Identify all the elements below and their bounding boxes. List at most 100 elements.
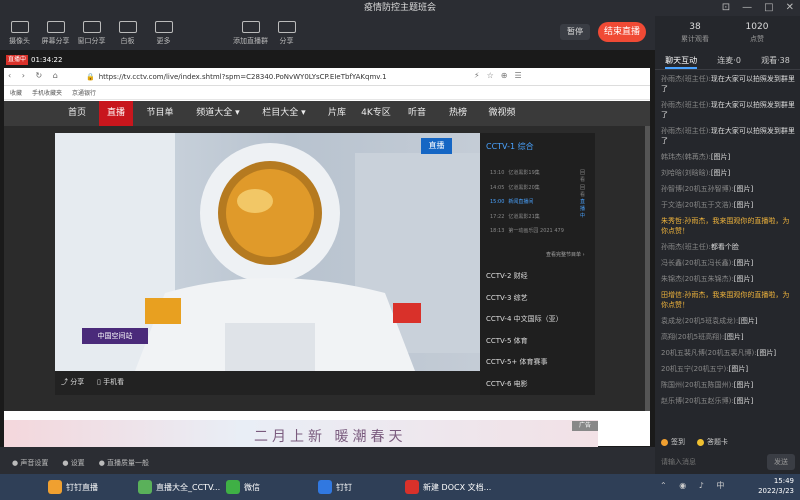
likes-stat: 1020 点赞 [727,22,787,44]
close-icon[interactable]: ✕ [786,0,794,16]
camera-icon [10,21,29,33]
bookmark-item[interactable]: 手机收藏夹 [32,88,62,97]
channel-title[interactable]: CCTV-1 综合 [486,141,534,152]
toolbar-label: 摄像头 [9,37,30,45]
clock-time: 15:49 [773,477,794,485]
system-clock[interactable]: 15:49 2022/3/23 [758,476,794,496]
taskbar-app-1[interactable]: 直播大全_CCTV... [138,477,220,497]
browser-tools-icon[interactable]: ⚡☆⊕☰ [474,71,529,80]
answer-card-label: 答题卡 [707,438,728,446]
likes-count: 1020 [745,22,769,32]
ad-banner[interactable]: 二月上新 暖潮春天 [4,420,598,447]
bookmark-item[interactable]: 收藏 [10,88,22,97]
panel-tab-0[interactable]: 聊天互动 [665,52,698,69]
chat-message: 田增信:孙雨杰，我来围观你的直播啦，为你点赞！ [655,290,800,310]
chat-text: [图片] [733,397,754,405]
clock-date: 2022/3/23 [758,487,794,495]
lock-icon: 🔒 [86,73,95,81]
site-nav-item-7[interactable]: 听音 [400,101,434,126]
views-count: 38 [689,22,701,32]
panel-tab-2[interactable]: 观看·38 [761,52,790,69]
program-row[interactable]: 17:22 亿道黑影21集 [490,213,540,220]
program-row[interactable]: 15:00 新闻直播间 直播中 [490,198,585,219]
toolbar-button-4[interactable]: 更多 [147,16,180,46]
share-video-button[interactable]: ⤴ 分享 [61,377,84,387]
tray-icons[interactable]: ⌃ ◉ ♪ 中 [660,480,729,491]
taskbar-app-4[interactable]: 新建 DOCX 文档... [405,477,491,497]
program-time: 13:10 [490,170,505,176]
channel-item[interactable]: CCTV-2 财经 [486,271,528,281]
video-controls: ⤴ 分享 ▯ 手机看 [55,371,480,395]
signin-button[interactable]: 签到 [661,437,685,447]
chat-user: 田增信: [661,291,685,299]
mobile-view-label: 手机看 [103,378,125,386]
program-time: 14:05 [490,184,505,191]
chat-list[interactable]: 孙雨杰(班主任):现在大家可以拍照发到群里了 孙雨杰(班主任):现在大家可以拍照发… [655,74,800,434]
bottom-item-2[interactable]: ● 直播质量一般 [99,458,149,468]
taskbar-app-0[interactable]: 钉钉直播 [48,477,98,497]
site-nav-item-8[interactable]: 热榜 [440,101,476,126]
taskbar-app-3[interactable]: 钉钉 [318,477,352,497]
channel-item[interactable]: CCTV-6 电影 [486,379,528,389]
channel-item[interactable]: CCTV-5+ 体育赛事 [486,357,548,367]
panel-tab-1[interactable]: 连麦·0 [717,52,741,69]
app-label: 钉钉直播 [66,482,98,492]
pause-button[interactable]: 暂停 [560,24,590,40]
site-nav-item-6[interactable]: 4K专区 [356,101,396,126]
site-nav-item-4[interactable]: 栏目大全 ▾ [252,101,316,126]
toolbar-button-3[interactable]: 白板 [111,16,144,46]
mobile-view-button[interactable]: ▯ 手机看 [97,377,124,387]
toolbar-button-5[interactable]: 添加直播群 [233,16,268,46]
toolbar: 摄像头 屏幕分享 窗口分享 白板 更多 添加直播群 分享 [0,16,655,50]
toolbar-button-2[interactable]: 窗口分享 [75,16,108,46]
chat-text: [图片] [724,333,744,341]
channel-item[interactable]: CCTV-3 综艺 [486,293,528,303]
program-row[interactable]: 18:13 第一动画乐园 2021 479 [490,227,564,234]
chat-text: [图片] [733,275,754,283]
toolbar-button-6[interactable]: 分享 [270,16,303,46]
pin-icon[interactable]: ⊡ [722,0,730,16]
minimize-icon[interactable]: — [742,0,752,16]
site-nav-item-1[interactable]: 直播 [99,101,133,126]
bookmark-item[interactable]: 京通银行 [72,88,96,97]
add-group-icon [241,21,260,33]
window-share-icon [82,21,101,33]
site-nav-item-0[interactable]: 首页 [59,101,95,126]
taskbar-app-2[interactable]: 微信 [226,477,260,497]
site-nav: 首页 直播 节目单 频道大全 ▾ 栏目大全 ▾ 片库 4K专区 听音 热榜 微视频 [4,101,650,126]
bottom-item-1[interactable]: ● 设置 [62,458,84,468]
bottom-status-bar: ● 声音设置 ● 设置 ● 直播质量一般 [0,452,655,474]
end-live-button[interactable]: 结束直播 [598,22,646,42]
live-badge: 直播中 [6,55,29,65]
site-nav-item-3[interactable]: 频道大全 ▾ [186,101,250,126]
page-scrollbar[interactable] [645,126,650,411]
chat-user: 孙雨杰(班主任): [661,101,711,109]
chat-user: 陈国州(20机五陈国州): [661,381,734,389]
bottom-item-0[interactable]: ● 声音设置 [12,458,48,468]
channel-item[interactable]: CCTV-5 体育 [486,336,528,346]
site-nav-item-5[interactable]: 片库 [319,101,355,126]
program-row[interactable]: 13:10 亿道黑影19集 回看 [490,169,585,183]
channel-item[interactable]: CCTV-4 中文国际（亚） [486,314,563,324]
toolbar-button-1[interactable]: 屏幕分享 [39,16,72,46]
maximize-icon[interactable]: □ [764,0,773,16]
program-row[interactable]: 14:05 亿道黑影20集 回看 [490,184,585,198]
site-nav-item-2[interactable]: 节目单 [138,101,182,126]
chat-message: 赵乐博(20机五赵乐博):[图片] [655,396,800,406]
send-button[interactable]: 发送 [767,454,795,470]
nav-arrows-icon[interactable]: ‹ › ↻ ⌂ [8,71,62,80]
share-video-label: 分享 [70,378,85,386]
answer-card-button[interactable]: 答题卡 [697,437,728,447]
chat-input[interactable]: 请输入消息 [659,454,763,470]
chat-text: 都看个脸 [710,243,739,251]
views-label: 累计观看 [681,35,709,43]
site-nav-item-9[interactable]: 微视频 [480,101,524,126]
app-icon [138,480,152,494]
chat-message: 袁成龙(20机5班袁成龙):[图片] [655,316,800,326]
url-field[interactable]: 🔒 https://tv.cctv.com/live/index.shtml?sp… [86,71,456,83]
program-name: 第一动画乐园 2021 479 [508,228,564,234]
full-schedule-link[interactable]: 查看完整节目单 › [546,251,585,258]
share-icon [277,21,296,33]
chat-user: 赵乐博(20机五赵乐博): [661,397,734,405]
toolbar-button-0[interactable]: 摄像头 [3,16,36,46]
